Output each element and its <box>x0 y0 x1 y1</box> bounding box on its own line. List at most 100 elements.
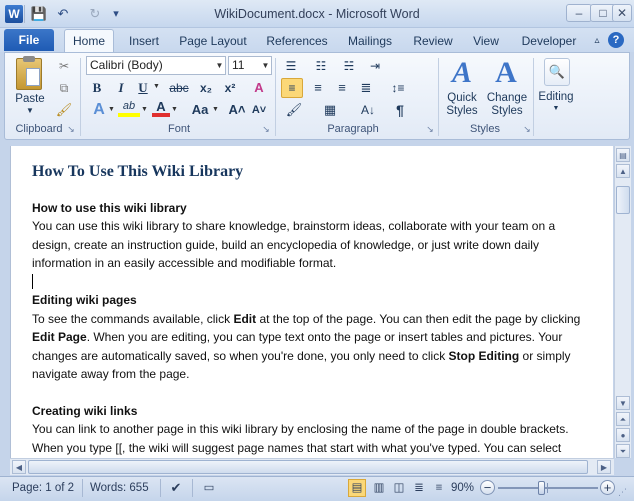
change-case-button[interactable]: Aa <box>188 100 212 120</box>
page-count[interactable]: Page: 1 of 2 <box>12 480 78 496</box>
editing-button-label[interactable]: Editing <box>534 90 578 104</box>
highlight-color-button[interactable]: ab <box>118 99 140 117</box>
view-draft-icon[interactable]: ≡ <box>430 480 448 496</box>
document-heading: How To Use This Wiki Library <box>32 163 244 180</box>
resize-grip-icon[interactable]: ⋰ <box>618 486 630 498</box>
tab-file[interactable]: File <box>4 29 54 51</box>
strikethrough-button[interactable]: abc <box>166 78 192 98</box>
quick-styles-icon[interactable]: A <box>444 56 480 90</box>
text-effects-dropdown-icon[interactable]: ▼ <box>108 106 116 113</box>
font-name-combo[interactable]: Calibri (Body) <box>86 56 226 75</box>
section-title: How to use this wiki library <box>32 201 187 215</box>
view-web-layout-icon[interactable]: ◫ <box>390 480 408 496</box>
clipboard-dialog-launcher-icon[interactable]: ↘ <box>66 124 76 134</box>
zoom-slider-track[interactable] <box>498 487 598 489</box>
editing-dropdown-icon[interactable]: ▼ <box>550 104 562 114</box>
word-count[interactable]: Words: 655 <box>90 480 156 496</box>
font-color-button[interactable]: A <box>152 99 170 117</box>
bullets-button[interactable]: ☰ <box>280 56 302 76</box>
paste-dropdown-icon[interactable]: ▼ <box>24 106 36 116</box>
quick-styles-label[interactable]: Quick Styles <box>440 92 484 120</box>
underline-button[interactable]: U <box>134 78 152 98</box>
macro-recording-icon[interactable]: ▭ <box>200 480 218 496</box>
format-painter-icon[interactable]: 🖌 <box>54 100 74 120</box>
shading-button[interactable]: 🖌 <box>282 100 306 120</box>
justify-button[interactable]: ≣ <box>355 78 377 98</box>
tab-insert[interactable]: Insert <box>124 32 164 52</box>
font-name-dropdown-icon[interactable]: ▼ <box>214 57 225 74</box>
scroll-right-button[interactable]: ▶ <box>597 460 611 474</box>
zoom-in-icon[interactable]: + <box>600 480 615 495</box>
line-spacing-button[interactable]: ↕≡ <box>384 78 412 98</box>
window-title: WikiDocument.docx - Microsoft Word <box>214 7 420 21</box>
change-case-dropdown-icon[interactable]: ▼ <box>212 106 220 113</box>
align-center-button[interactable]: ≡ <box>307 78 329 98</box>
tab-developer[interactable]: Developer <box>518 32 580 52</box>
text-cursor <box>32 274 33 289</box>
scroll-down-button[interactable]: ▼ <box>616 396 630 410</box>
paste-button-label[interactable]: Paste <box>12 92 48 106</box>
section-title: Creating wiki links <box>32 404 138 418</box>
cut-icon[interactable]: ✂ <box>54 56 74 76</box>
zoom-out-icon[interactable]: − <box>480 480 495 495</box>
text-effects-button[interactable]: A <box>88 100 110 120</box>
styles-dialog-launcher-icon[interactable]: ↘ <box>522 124 532 134</box>
vertical-scroll-thumb[interactable] <box>616 186 630 214</box>
scroll-up-button[interactable]: ▲ <box>616 164 630 178</box>
underline-dropdown-icon[interactable]: ▼ <box>153 83 161 90</box>
indent-button[interactable]: ⇥ <box>364 56 386 76</box>
minimize-button[interactable]: – <box>566 4 592 22</box>
tab-mailings[interactable]: Mailings <box>344 32 396 52</box>
text-run-bold: Edit Page <box>32 330 87 344</box>
highlight-dropdown-icon[interactable]: ▼ <box>141 106 149 113</box>
ruler-toggle-icon[interactable]: ▤ <box>616 148 630 162</box>
close-button[interactable]: ✕ <box>612 4 632 22</box>
view-full-screen-icon[interactable]: ▥ <box>370 480 388 496</box>
paragraph-dialog-launcher-icon[interactable]: ↘ <box>425 124 435 134</box>
previous-page-button[interactable]: ⏶ <box>616 412 630 426</box>
help-icon[interactable]: ? <box>608 32 624 48</box>
font-dialog-launcher-icon[interactable]: ↘ <box>261 124 271 134</box>
paragraph-line: changes are automatically saved, so when… <box>32 349 571 363</box>
font-size-dropdown-icon[interactable]: ▼ <box>260 57 271 74</box>
font-group-label: Font <box>167 123 190 135</box>
styles-group-label: Styles <box>470 123 500 135</box>
italic-button[interactable]: I <box>112 78 130 98</box>
borders-button[interactable]: ▦ <box>318 100 342 120</box>
show-formatting-button[interactable]: ¶ <box>390 100 410 120</box>
tab-view[interactable]: View <box>468 32 504 52</box>
copy-icon[interactable]: ⧉ <box>54 78 74 98</box>
clear-formatting-button[interactable]: A <box>248 78 270 98</box>
bold-button[interactable]: B <box>88 78 106 98</box>
align-right-button[interactable]: ≡ <box>331 78 353 98</box>
paragraph-line: navigate away from the page. <box>32 367 190 381</box>
next-page-button[interactable]: ⏷ <box>616 444 630 458</box>
superscript-button[interactable]: x² <box>220 78 240 98</box>
zoom-slider-thumb[interactable] <box>538 481 545 495</box>
tab-page-layout[interactable]: Page Layout <box>176 32 250 52</box>
change-styles-icon[interactable]: A <box>488 56 524 90</box>
change-styles-label[interactable]: Change Styles <box>484 92 530 120</box>
tab-home[interactable]: Home <box>64 29 114 53</box>
zoom-level[interactable]: 90% <box>448 480 474 496</box>
status-separator <box>82 479 83 497</box>
view-print-layout-icon[interactable]: ▤ <box>348 479 366 497</box>
shrink-font-button[interactable]: A˅ <box>250 100 268 120</box>
tab-review[interactable]: Review <box>410 32 456 52</box>
multilevel-list-button[interactable]: ☵ <box>338 56 360 76</box>
horizontal-scroll-thumb[interactable] <box>28 460 588 474</box>
paste-icon[interactable] <box>16 56 42 90</box>
align-left-button[interactable]: ≡ <box>281 78 303 98</box>
subscript-button[interactable]: x₂ <box>196 78 216 98</box>
tab-references[interactable]: References <box>262 32 332 52</box>
numbering-button[interactable]: ☷ <box>310 56 332 76</box>
font-color-dropdown-icon[interactable]: ▼ <box>171 106 179 113</box>
sort-button[interactable]: A↓ <box>356 100 380 120</box>
proofing-icon[interactable]: ✔ <box>166 480 186 496</box>
ribbon-minimize-icon[interactable]: ▵ <box>590 32 604 52</box>
find-icon[interactable]: 🔍 <box>544 58 570 86</box>
grow-font-button[interactable]: A˄ <box>228 100 246 120</box>
view-outline-icon[interactable]: ≣ <box>410 480 428 496</box>
scroll-left-button[interactable]: ◀ <box>12 460 26 474</box>
select-browse-object-button[interactable]: ● <box>616 428 630 442</box>
